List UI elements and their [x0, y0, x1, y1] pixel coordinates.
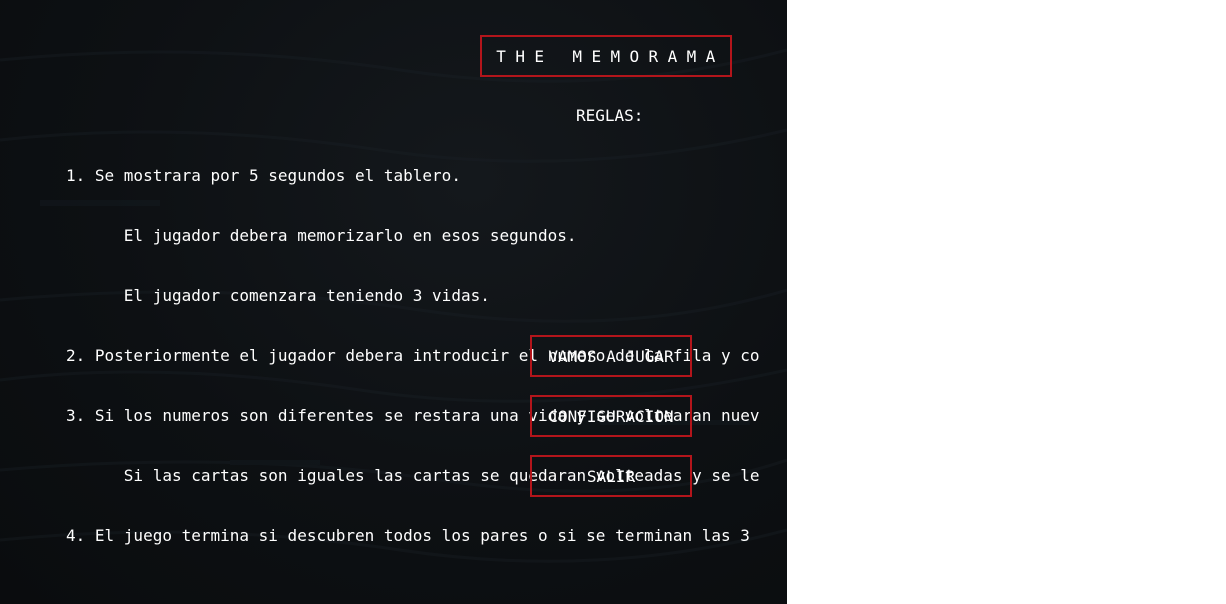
rule-line: El jugador comenzara teniendo 3 vidas.	[66, 286, 490, 305]
play-button[interactable]: VAMOS A JUGAR	[530, 335, 692, 377]
game-title: THE MEMORAMA	[496, 46, 725, 66]
rule-line: 4. El juego termina si descubren todos l…	[66, 526, 750, 545]
rule-line: 1. Se mostrara por 5 segundos el tablero…	[66, 166, 461, 185]
title-box: THE MEMORAMA	[480, 35, 732, 77]
game-screen: THE MEMORAMA REGLAS: 1. Se mostrara por …	[0, 0, 787, 604]
exit-button[interactable]: SALIR	[530, 455, 692, 497]
rules-heading: REGLAS:	[576, 106, 644, 125]
settings-button[interactable]: CONFIGURACION	[530, 395, 692, 437]
rule-line: El jugador debera memorizarlo en esos se…	[66, 226, 577, 245]
